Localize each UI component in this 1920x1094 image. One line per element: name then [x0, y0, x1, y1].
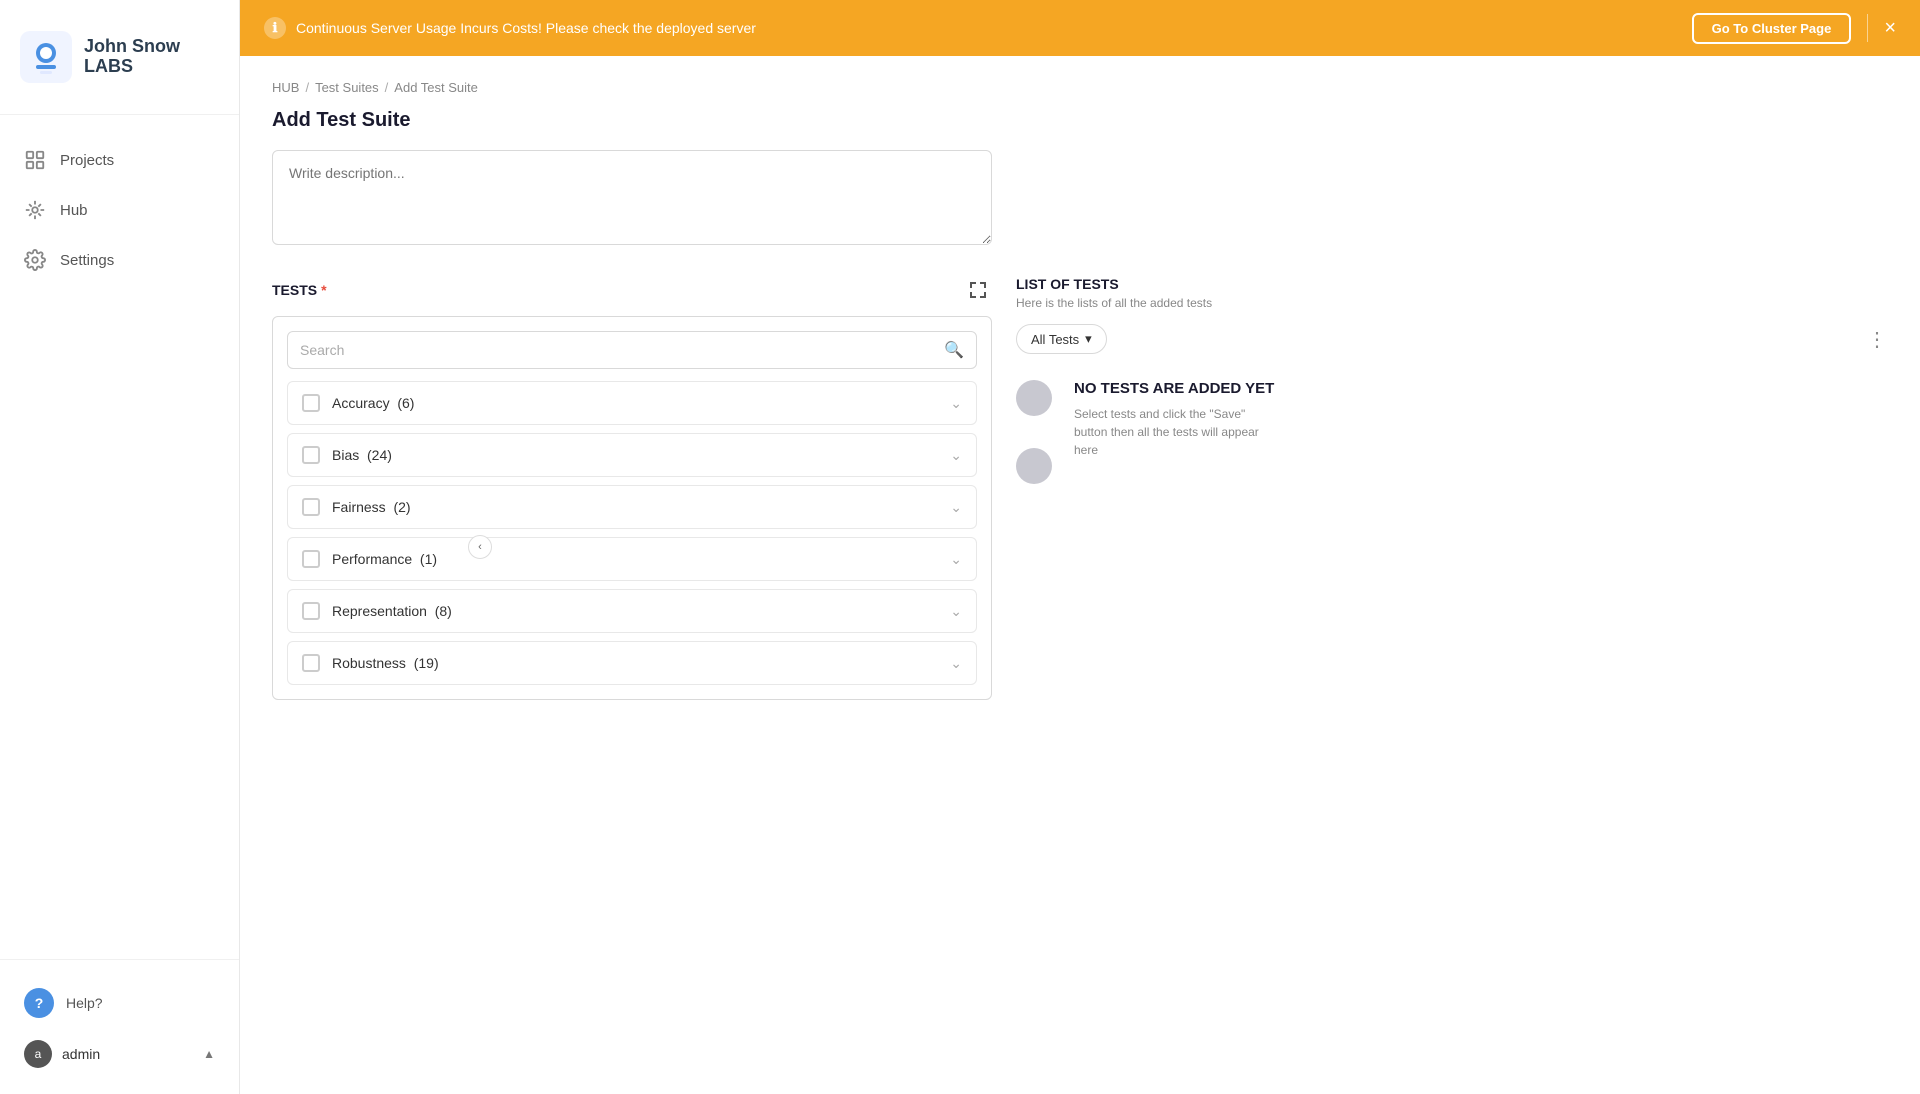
breadcrumb-sep2: / — [385, 80, 389, 95]
chevron-up-icon: ▲ — [203, 1047, 215, 1061]
cluster-page-button[interactable]: Go To Cluster Page — [1692, 13, 1852, 44]
sidebar-item-projects[interactable]: Projects — [0, 135, 239, 185]
tests-label: TESTS * — [272, 282, 327, 298]
sidebar-item-hub[interactable]: Hub — [0, 185, 239, 235]
placeholder-circle-2 — [1016, 448, 1052, 484]
breadcrumb-hub[interactable]: HUB — [272, 80, 299, 95]
help-button[interactable]: ? Help? — [0, 976, 239, 1030]
avatar: a — [24, 1040, 52, 1068]
breadcrumb-test-suites[interactable]: Test Suites — [315, 80, 379, 95]
fullscreen-icon — [968, 280, 988, 300]
category-chevron-performance: ⌄ — [950, 551, 962, 568]
placeholder-items — [1016, 370, 1064, 494]
expand-icon[interactable] — [964, 276, 992, 304]
two-col-layout: TESTS * 🔍 — [272, 276, 1888, 700]
tests-box: 🔍 Accuracy (6) ⌄ Bias (24) ⌄ Fairness (2… — [272, 316, 992, 700]
hub-icon — [24, 199, 46, 221]
all-tests-label: All Tests — [1031, 332, 1079, 347]
placeholder-area: NO TESTS ARE ADDED YET Select tests and … — [1016, 370, 1888, 494]
breadcrumb-current: Add Test Suite — [394, 80, 478, 95]
category-chevron-representation: ⌄ — [950, 603, 962, 620]
banner-info-icon: ℹ — [264, 17, 286, 39]
category-name-fairness: Fairness (2) — [332, 499, 950, 515]
required-star: * — [321, 282, 326, 298]
no-tests-title: NO TESTS ARE ADDED YET — [1074, 380, 1274, 397]
breadcrumb-sep1: / — [305, 80, 309, 95]
hub-label: Hub — [60, 202, 88, 219]
category-checkbox-representation[interactable] — [302, 602, 320, 620]
admin-name: admin — [62, 1046, 100, 1062]
lot-subtitle: Here is the lists of all the added tests — [1016, 296, 1888, 310]
category-name-performance: Performance (1) — [332, 551, 950, 567]
settings-icon — [24, 249, 46, 271]
category-checkbox-bias[interactable] — [302, 446, 320, 464]
category-chevron-bias: ⌄ — [950, 447, 962, 464]
search-icon: 🔍 — [944, 340, 964, 360]
sidebar-toggle-button[interactable]: ‹ — [468, 535, 492, 559]
no-tests-desc: Select tests and click the "Save" button… — [1074, 405, 1274, 459]
banner-message: Continuous Server Usage Incurs Costs! Pl… — [296, 20, 756, 36]
category-checkbox-fairness[interactable] — [302, 498, 320, 516]
tests-header: TESTS * — [272, 276, 992, 304]
category-checkbox-robustness[interactable] — [302, 654, 320, 672]
sidebar-item-settings[interactable]: Settings — [0, 235, 239, 285]
sidebar-nav: Projects Hub Settings — [0, 115, 239, 959]
no-tests-message: NO TESTS ARE ADDED YET Select tests and … — [1064, 370, 1274, 459]
logo-line2: LABS — [84, 56, 180, 77]
sidebar: John Snow LABS Projects Hub — [0, 0, 240, 1094]
category-row-bias[interactable]: Bias (24) ⌄ — [287, 433, 977, 477]
admin-initial: a — [35, 1047, 42, 1061]
sidebar-bottom: ? Help? a admin ▲ — [0, 959, 239, 1094]
placeholder-circle-1 — [1016, 380, 1052, 416]
placeholder-item-2 — [1016, 438, 1064, 494]
category-checkbox-performance[interactable] — [302, 550, 320, 568]
admin-row[interactable]: a admin ▲ — [0, 1030, 239, 1078]
list-of-tests-panel: LIST OF TESTS Here is the lists of all t… — [1016, 276, 1888, 494]
help-icon: ? — [24, 988, 54, 1018]
category-row-representation[interactable]: Representation (8) ⌄ — [287, 589, 977, 633]
category-name-representation: Representation (8) — [332, 603, 950, 619]
page-title: Add Test Suite — [272, 109, 1888, 132]
search-bar: 🔍 — [287, 331, 977, 369]
projects-icon — [24, 149, 46, 171]
all-tests-dropdown[interactable]: All Tests ▾ — [1016, 324, 1107, 354]
three-dots-menu[interactable]: ⋮ — [1867, 327, 1888, 352]
category-name-accuracy: Accuracy (6) — [332, 395, 950, 411]
dropdown-chevron-icon: ▾ — [1085, 331, 1092, 347]
category-row-robustness[interactable]: Robustness (19) ⌄ — [287, 641, 977, 685]
banner-close-button[interactable]: × — [1884, 18, 1896, 38]
category-name-robustness: Robustness (19) — [332, 655, 950, 671]
lot-title: LIST OF TESTS — [1016, 276, 1888, 292]
top-banner: ℹ Continuous Server Usage Incurs Costs! … — [240, 0, 1920, 56]
lot-toolbar: All Tests ▾ ⋮ — [1016, 324, 1888, 354]
category-checkbox-accuracy[interactable] — [302, 394, 320, 412]
help-label: Help? — [66, 995, 103, 1011]
logo-container: John Snow LABS — [0, 0, 239, 115]
category-chevron-robustness: ⌄ — [950, 655, 962, 672]
projects-label: Projects — [60, 152, 114, 169]
category-row-accuracy[interactable]: Accuracy (6) ⌄ — [287, 381, 977, 425]
logo-line1: John Snow — [84, 37, 180, 57]
category-row-fairness[interactable]: Fairness (2) ⌄ — [287, 485, 977, 529]
categories-list: Accuracy (6) ⌄ Bias (24) ⌄ Fairness (2) … — [287, 381, 977, 685]
description-textarea[interactable] — [272, 150, 992, 245]
main-area: ℹ Continuous Server Usage Incurs Costs! … — [240, 0, 1920, 1094]
page-content: HUB / Test Suites / Add Test Suite Add T… — [240, 56, 1920, 1094]
category-chevron-fairness: ⌄ — [950, 499, 962, 516]
search-input[interactable] — [300, 342, 936, 358]
settings-label: Settings — [60, 252, 114, 269]
banner-right: Go To Cluster Page × — [1692, 13, 1896, 44]
category-chevron-accuracy: ⌄ — [950, 395, 962, 412]
banner-message-area: ℹ Continuous Server Usage Incurs Costs! … — [264, 17, 756, 39]
logo-text: John Snow LABS — [84, 37, 180, 78]
jsl-logo-icon — [20, 31, 72, 83]
placeholder-item-1 — [1016, 370, 1064, 426]
category-name-bias: Bias (24) — [332, 447, 950, 463]
banner-divider — [1867, 14, 1868, 42]
category-row-performance[interactable]: Performance (1) ⌄ — [287, 537, 977, 581]
breadcrumb: HUB / Test Suites / Add Test Suite — [272, 80, 1888, 95]
tests-section: TESTS * 🔍 — [272, 276, 992, 700]
admin-left: a admin — [24, 1040, 100, 1068]
